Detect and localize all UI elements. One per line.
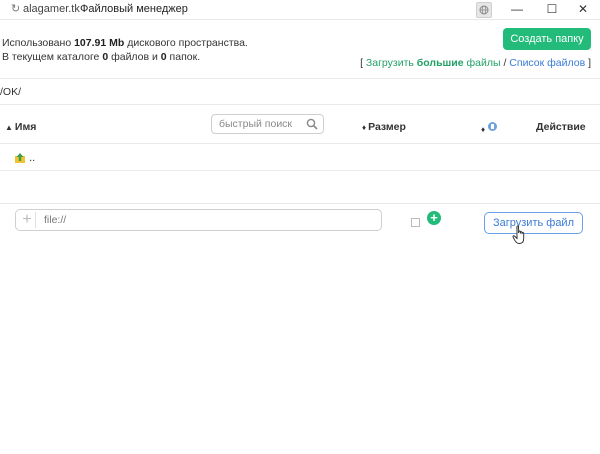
maximize-button[interactable]: ☐ <box>537 0 567 19</box>
disk-usage-line: Использовано 107.91 Mb дискового простра… <box>2 36 248 50</box>
column-size-label: Размер <box>368 121 406 133</box>
folder-up-icon <box>14 152 26 164</box>
site-domain: alagamer.tk <box>23 3 80 15</box>
divider <box>0 78 600 79</box>
count-suffix: папок. <box>166 51 201 63</box>
create-folder-button[interactable]: Создать папку <box>503 28 591 50</box>
minimize-button[interactable]: — <box>502 0 532 19</box>
file-url-field: + <box>15 209 382 231</box>
parent-directory-link[interactable]: .. <box>29 152 35 164</box>
column-header-permissions[interactable]: ♦ <box>481 121 498 135</box>
parent-directory-row[interactable]: .. <box>14 152 35 164</box>
bracket-close: ] <box>585 57 591 69</box>
reload-icon[interactable]: ↻ <box>11 2 20 15</box>
usage-prefix: Использовано <box>2 37 75 49</box>
add-upload-field-icon[interactable]: + <box>427 211 441 225</box>
hand-pointer-icon <box>512 225 528 248</box>
upload-option-checkbox[interactable] <box>411 218 420 227</box>
link-separator: / <box>500 57 510 69</box>
column-header-size[interactable]: ♦ Размер <box>362 121 406 133</box>
permissions-icon <box>487 122 498 135</box>
top-links: [ Загрузить большие файлы / Список файло… <box>360 57 591 69</box>
search-icon[interactable] <box>306 118 318 133</box>
quick-search-input[interactable] <box>219 117 303 131</box>
sort-asc-icon: ▲ <box>5 123 13 132</box>
add-file-icon[interactable]: + <box>19 212 36 228</box>
count-prefix: В текущем каталоге <box>2 51 103 63</box>
column-name-label: Имя <box>14 121 37 133</box>
globe-icon[interactable] <box>476 2 492 18</box>
file-url-input[interactable] <box>44 213 364 227</box>
sort-icon: ♦ <box>481 125 486 134</box>
window-title: Файловый менеджер <box>80 3 188 15</box>
close-button[interactable]: ✕ <box>568 0 598 19</box>
divider <box>0 104 600 105</box>
upload-large-files-link[interactable]: Загрузить большие файлы <box>366 57 501 69</box>
column-header-name[interactable]: ▲ Имя <box>5 121 36 133</box>
usage-suffix: дискового пространства. <box>124 37 248 49</box>
divider <box>0 143 600 144</box>
upload-file-button[interactable]: Загрузить файл <box>484 212 583 234</box>
upload-large-text-2: файлы <box>463 57 501 69</box>
window-titlebar: ↻ alagamer.tk Файловый менеджер — ☐ ✕ <box>0 0 600 20</box>
disk-usage-info: Использовано 107.91 Mb дискового простра… <box>2 36 248 64</box>
upload-large-text-1: Загрузить <box>365 57 417 69</box>
count-mid: файлов и <box>108 51 161 63</box>
file-list-link[interactable]: Список файлов <box>509 57 585 69</box>
directory-count-line: В текущем каталоге 0 файлов и 0 папок. <box>2 50 248 64</box>
current-path: /OK/ <box>0 86 22 98</box>
usage-amount: 107.91 Mb <box>74 37 125 49</box>
column-header-action: Действие <box>536 121 586 133</box>
quick-search <box>211 114 324 134</box>
sort-icon: ♦ <box>362 123 367 132</box>
divider <box>0 203 600 204</box>
upload-large-bold: большие <box>416 57 464 69</box>
divider <box>0 170 600 171</box>
